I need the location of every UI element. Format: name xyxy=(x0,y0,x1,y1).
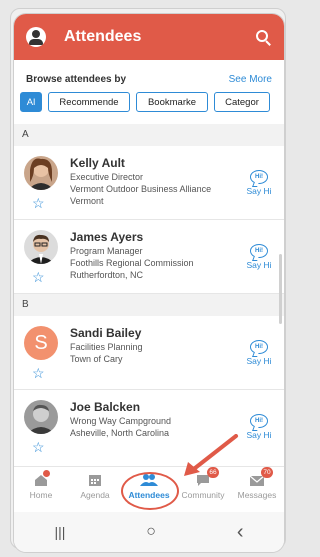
calendar-icon xyxy=(87,473,103,487)
say-hi-button[interactable]: Hi! Say Hi xyxy=(244,170,274,196)
chip-bookmarked[interactable]: Bookmarke xyxy=(136,92,208,112)
attendee-name: Joe Balcken xyxy=(70,400,141,414)
home-nav-icon[interactable]: ○ xyxy=(146,523,156,541)
bookmark-star-icon[interactable]: ☆ xyxy=(32,366,45,380)
tab-agenda[interactable]: Agenda xyxy=(68,467,122,510)
say-hi-bubble-icon: Hi! xyxy=(250,414,268,428)
bookmark-star-icon[interactable]: ☆ xyxy=(32,270,45,284)
attendee-initial-avatar: S xyxy=(24,326,58,360)
browse-section: Browse attendees by See More Al Recommen… xyxy=(14,70,284,124)
search-icon[interactable] xyxy=(254,28,272,46)
attendee-location: Asheville, North Carolina xyxy=(70,428,170,438)
home-icon xyxy=(33,470,50,487)
tab-label: Messages xyxy=(237,490,277,500)
say-hi-label: Say Hi xyxy=(246,430,272,440)
bookmark-star-icon[interactable]: ☆ xyxy=(32,196,45,210)
attendees-highlight-ring xyxy=(121,472,179,510)
attendee-organization: Vermont Outdoor Business Alliance xyxy=(70,184,212,194)
attendee-photo xyxy=(24,400,58,434)
attendee-photo xyxy=(24,230,58,264)
attendee-row[interactable]: ☆ Joe Balcken Wrong Way Campground Ashev… xyxy=(14,390,284,466)
attendee-location: Vermont xyxy=(70,196,104,206)
bookmark-star-icon[interactable]: ☆ xyxy=(32,440,45,454)
tab-label: Agenda xyxy=(80,490,110,500)
attendee-location: Rutherfordton, NC xyxy=(70,270,144,280)
system-nav-bar: ||| ○ ‹ xyxy=(14,512,284,552)
say-hi-button[interactable]: Hi! Say Hi xyxy=(244,414,274,440)
attendee-organization: Foothills Regional Commission xyxy=(70,258,194,268)
section-header-a: A xyxy=(14,124,284,146)
attendee-organization: Town of Cary xyxy=(70,354,123,364)
browse-label: Browse attendees by xyxy=(26,74,127,85)
chip-categories[interactable]: Categor xyxy=(214,92,270,112)
say-hi-bubble-icon: Hi! xyxy=(250,170,268,184)
recent-apps-icon[interactable]: ||| xyxy=(54,524,65,540)
attendee-row[interactable]: ☆ James Ayers Program Manager Foothills … xyxy=(14,220,284,294)
scrollbar[interactable] xyxy=(279,254,282,324)
say-hi-label: Say Hi xyxy=(246,186,272,196)
attendee-title: Facilities Planning xyxy=(70,342,143,352)
page-title: Attendees xyxy=(64,28,142,45)
tab-home[interactable]: Home xyxy=(14,467,68,510)
messages-badge: 70 xyxy=(261,467,273,478)
chip-all[interactable]: Al xyxy=(20,92,42,112)
app-screen: Attendees Browse attendees by See More A… xyxy=(14,14,284,552)
say-hi-label: Say Hi xyxy=(246,260,272,270)
tab-label: Community xyxy=(181,490,225,500)
attendee-name: Sandi Bailey xyxy=(70,326,142,340)
attendee-row[interactable]: ☆ Kelly Ault Executive Director Vermont … xyxy=(14,146,284,220)
attendee-row[interactable]: S ☆ Sandi Bailey Facilities Planning Tow… xyxy=(14,316,284,390)
attendee-photo xyxy=(24,156,58,190)
attendee-title: Executive Director xyxy=(70,172,144,182)
app-header: Attendees xyxy=(14,14,284,60)
say-hi-bubble-icon: Hi! xyxy=(250,244,268,258)
chip-recommended[interactable]: Recommende xyxy=(48,92,130,112)
filter-chips: Al Recommende Bookmarke Categor xyxy=(20,92,270,112)
section-header-b: B xyxy=(14,294,284,316)
back-icon[interactable]: ‹ xyxy=(237,521,244,544)
see-more-link[interactable]: See More xyxy=(229,74,272,85)
say-hi-label: Say Hi xyxy=(246,356,272,366)
say-hi-button[interactable]: Hi! Say Hi xyxy=(244,340,274,366)
say-hi-bubble-icon: Hi! xyxy=(250,340,268,354)
profile-avatar-icon[interactable] xyxy=(26,27,46,47)
say-hi-button[interactable]: Hi! Say Hi xyxy=(244,244,274,270)
attendee-title: Program Manager xyxy=(70,246,143,256)
attendee-name: James Ayers xyxy=(70,230,144,244)
pointer-arrow-icon xyxy=(184,434,238,476)
tab-label: Home xyxy=(29,490,53,500)
attendee-organization: Wrong Way Campground xyxy=(70,416,172,426)
attendee-name: Kelly Ault xyxy=(70,156,125,170)
